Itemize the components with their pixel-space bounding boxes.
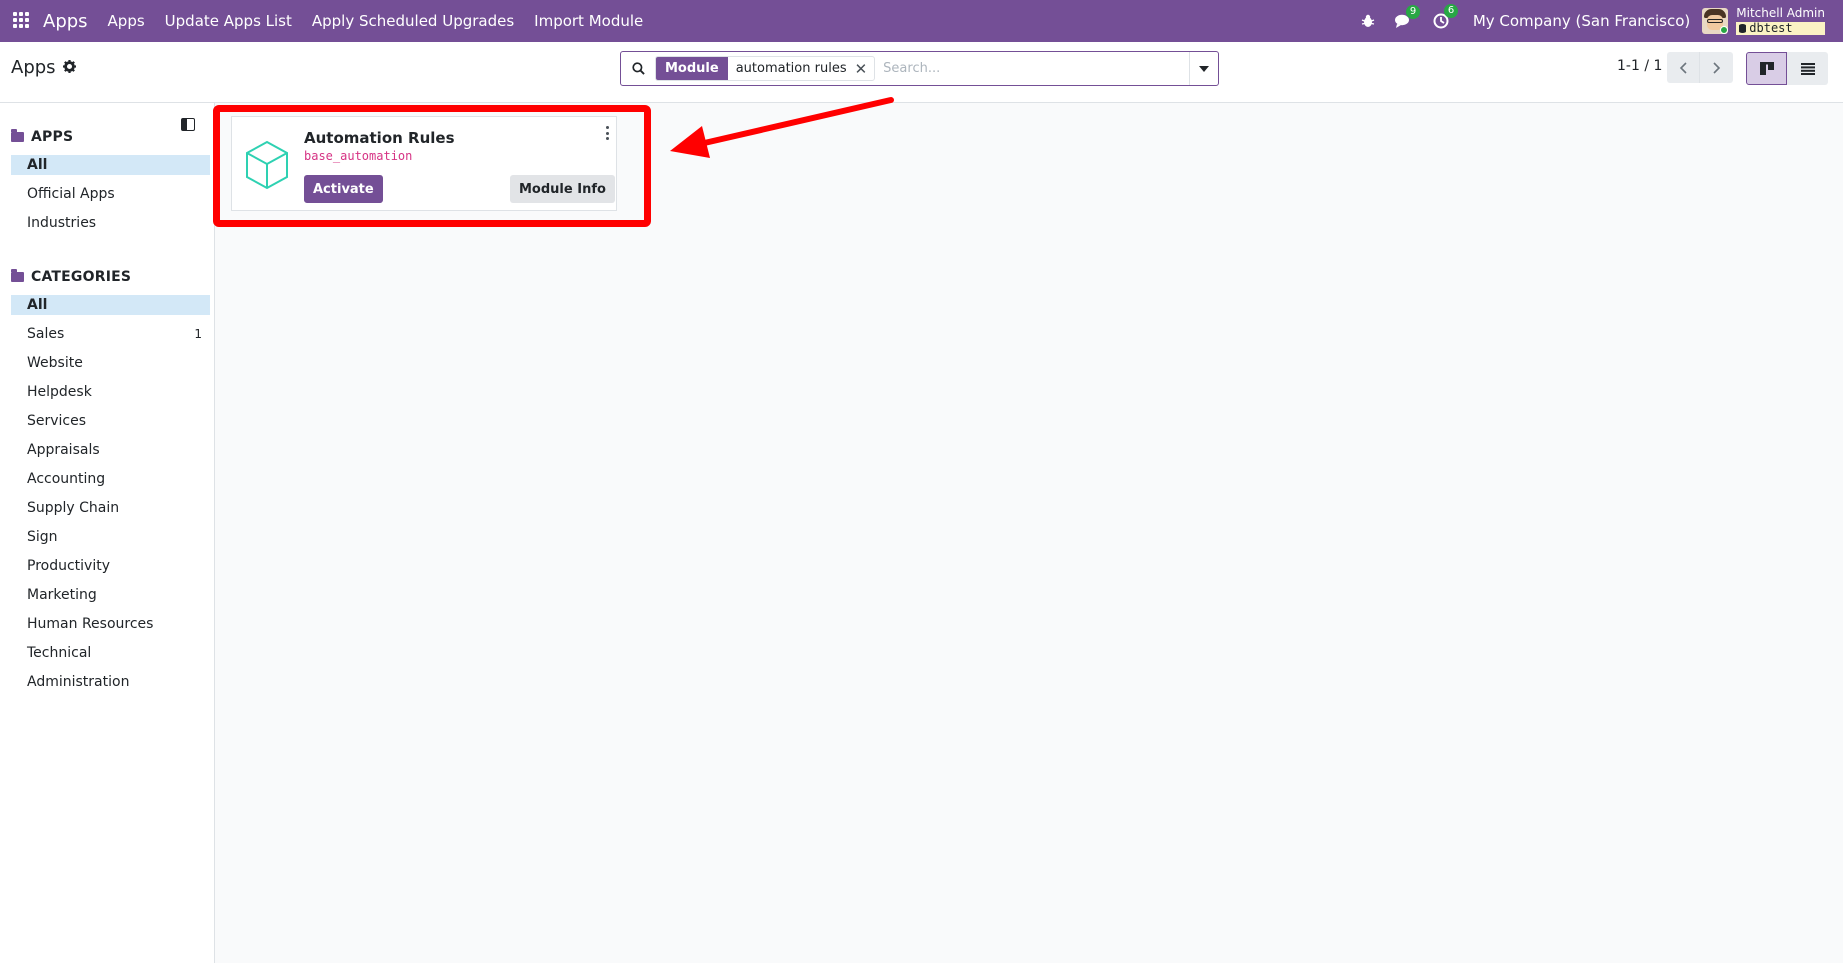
apps-heading: APPS — [11, 127, 215, 147]
app-brand[interactable]: Apps — [43, 11, 88, 32]
sidebar-item-industries[interactable]: Industries — [11, 213, 210, 233]
online-status-dot — [1720, 26, 1729, 34]
view-switcher — [1746, 52, 1828, 85]
close-icon[interactable]: ✕ — [853, 60, 875, 78]
module-cube-icon — [246, 140, 288, 190]
navbar-systray: 9 6 My Company (San Francisco) Mitchell … — [1351, 0, 1843, 42]
folder-icon — [11, 269, 24, 282]
pager-next-button[interactable] — [1700, 52, 1733, 83]
menu-import-module[interactable]: Import Module — [524, 12, 653, 30]
page-title: Apps — [11, 57, 56, 78]
sidebar-item-appraisals[interactable]: Appraisals — [11, 440, 210, 460]
list-icon — [1800, 62, 1815, 75]
pager-value[interactable]: 1-1 / 1 — [1617, 58, 1662, 74]
menu-apps[interactable]: Apps — [98, 12, 155, 30]
activate-button[interactable]: Activate — [304, 175, 383, 203]
folder-icon — [11, 129, 24, 142]
user-avatar[interactable] — [1702, 8, 1729, 34]
company-switcher[interactable]: My Company (San Francisco) — [1473, 12, 1690, 30]
search-facet: Module automation rules ✕ — [655, 56, 876, 81]
app-grid-icon[interactable] — [13, 12, 31, 30]
kanban-icon — [1759, 62, 1774, 75]
sidebar-item-sales[interactable]: Sales 1 — [11, 324, 210, 344]
sidebar-item-productivity[interactable]: Productivity — [11, 556, 210, 576]
search-icon[interactable] — [621, 62, 655, 75]
breadcrumb: Apps — [11, 57, 76, 78]
sales-count: 1 — [194, 327, 202, 341]
top-navbar: Apps Apps Update Apps List Apply Schedul… — [0, 0, 1843, 42]
chat-icon[interactable]: 9 — [1394, 4, 1421, 29]
categories-heading: CATEGORIES — [11, 267, 215, 287]
sidebar-item-website[interactable]: Website — [11, 353, 210, 373]
kanban-view-button[interactable] — [1746, 52, 1787, 85]
menu-update-apps-list[interactable]: Update Apps List — [155, 12, 302, 30]
clock-icon[interactable]: 6 — [1433, 4, 1459, 29]
module-technical-name: base_automation — [304, 149, 413, 163]
sidebar-item-sign[interactable]: Sign — [11, 527, 210, 547]
user-name: Mitchell Admin — [1736, 6, 1825, 20]
sidebar-item-services[interactable]: Services — [11, 411, 210, 431]
database-icon — [1739, 24, 1747, 33]
control-panel: Apps Module automation rules ✕ 1-1 / 1 — [0, 42, 1843, 103]
kanban-content: Automation Rules base_automation Activat… — [215, 103, 1843, 963]
sidebar-item-supply-chain[interactable]: Supply Chain — [11, 498, 210, 518]
messages-badge: 9 — [1405, 4, 1421, 19]
menu-apply-scheduled-upgrades[interactable]: Apply Scheduled Upgrades — [302, 12, 524, 30]
list-view-button[interactable] — [1787, 52, 1828, 85]
search-options-toggle[interactable] — [1189, 52, 1218, 85]
facet-value: automation rules — [727, 61, 853, 76]
sidebar-item-accounting[interactable]: Accounting — [11, 469, 210, 489]
sidebar-item-category-all[interactable]: All — [11, 295, 210, 315]
database-name: dbtest — [1736, 22, 1825, 35]
chevron-right-icon — [1712, 61, 1720, 74]
pager-buttons — [1667, 52, 1733, 83]
caret-down-icon — [1199, 65, 1209, 72]
chevron-left-icon — [1679, 61, 1687, 74]
search-panel: APPS All Official Apps Industries CATEGO… — [0, 103, 215, 963]
categories-section: CATEGORIES All Sales 1 Website Helpdesk … — [0, 267, 215, 701]
sidebar-item-human-resources[interactable]: Human Resources — [11, 614, 210, 634]
sidebar-item-apps-all[interactable]: All — [11, 155, 210, 175]
module-info-button[interactable]: Module Info — [510, 175, 615, 203]
sidebar-item-administration[interactable]: Administration — [11, 672, 210, 692]
module-title: Automation Rules — [304, 129, 455, 147]
apps-section: APPS All Official Apps Industries — [0, 127, 215, 242]
search-bar: Module automation rules ✕ — [620, 51, 1219, 86]
activities-badge: 6 — [1443, 4, 1459, 18]
gear-icon[interactable] — [62, 59, 76, 77]
module-card[interactable]: Automation Rules base_automation Activat… — [231, 116, 617, 211]
search-input[interactable] — [875, 61, 1189, 76]
facet-label: Module — [656, 57, 728, 80]
pager-previous-button[interactable] — [1667, 52, 1700, 83]
database-name-text: dbtest — [1749, 21, 1793, 35]
kebab-menu-icon[interactable] — [604, 126, 610, 140]
sidebar-item-official-apps[interactable]: Official Apps — [11, 184, 210, 204]
sidebar-item-label: Sales — [27, 326, 65, 342]
user-menu[interactable]: Mitchell Admin dbtest — [1736, 7, 1825, 35]
sidebar-item-technical[interactable]: Technical — [11, 643, 210, 663]
sidebar-item-marketing[interactable]: Marketing — [11, 585, 210, 605]
sidebar-item-helpdesk[interactable]: Helpdesk — [11, 382, 210, 402]
bug-icon[interactable] — [1361, 14, 1375, 28]
